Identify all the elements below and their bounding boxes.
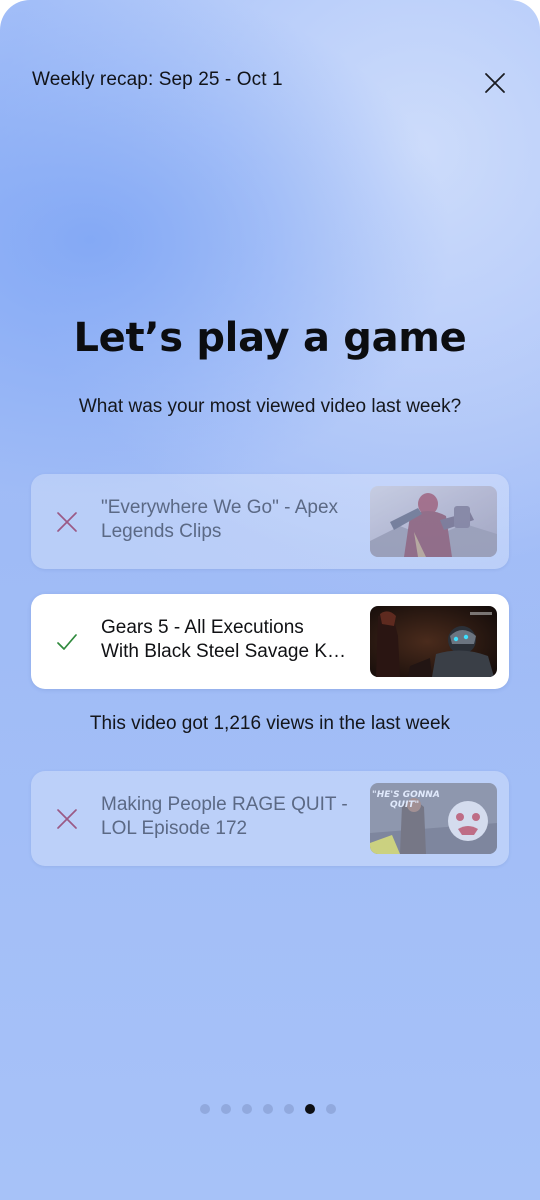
- page-dot[interactable]: [263, 1104, 273, 1114]
- thumbnail-caption: QUIT": [390, 800, 419, 810]
- close-icon: [485, 73, 505, 93]
- x-mark-icon: [57, 512, 77, 532]
- recap-header-title: Weekly recap: Sep 25 - Oct 1: [32, 69, 283, 90]
- answer-option-label: Making People RAGE QUIT - LOL Episode 17…: [101, 793, 361, 841]
- video-thumbnail: [370, 606, 497, 677]
- answer-option-label-line: "Everywhere We Go" - Apex: [101, 497, 339, 518]
- page-dot[interactable]: [221, 1104, 231, 1114]
- answer-option-label-line: With Black Steel Savage K…: [101, 641, 346, 662]
- answer-option-gears[interactable]: Gears 5 - All Executions With Black Stee…: [31, 594, 509, 689]
- page-indicator: [200, 1104, 336, 1114]
- thumbnail-caption: "HE'S GONNA: [372, 790, 440, 800]
- weekly-recap-screen: Weekly recap: Sep 25 - Oct 1 Let’s play …: [0, 0, 540, 1200]
- answer-option-label: "Everywhere We Go" - Apex Legends Clips: [101, 496, 361, 544]
- checkmark-icon: [57, 634, 77, 650]
- answer-option-apex[interactable]: "Everywhere We Go" - Apex Legends Clips: [31, 474, 509, 569]
- game-title: Let’s play a game: [73, 315, 467, 361]
- answer-option-label-line: Making People RAGE QUIT -: [101, 794, 348, 815]
- game-question: What was your most viewed video last wee…: [78, 396, 462, 417]
- x-mark-icon: [57, 809, 77, 829]
- page-dot-active[interactable]: [305, 1104, 315, 1114]
- answer-option-label-line: Gears 5 - All Executions: [101, 617, 304, 638]
- video-thumbnail: "HE'S GONNA QUIT": [370, 783, 497, 854]
- answer-option-label: Gears 5 - All Executions With Black Stee…: [101, 616, 361, 664]
- video-thumbnail: [370, 486, 497, 557]
- close-button[interactable]: [478, 66, 512, 100]
- page-dot[interactable]: [284, 1104, 294, 1114]
- views-result-note: This video got 1,216 views in the last w…: [89, 713, 451, 734]
- page-dot[interactable]: [326, 1104, 336, 1114]
- page-dot[interactable]: [200, 1104, 210, 1114]
- answer-option-label-line: LOL Episode 172: [101, 818, 248, 839]
- answer-option-label-line: Legends Clips: [101, 521, 222, 542]
- answer-option-rage-quit[interactable]: Making People RAGE QUIT - LOL Episode 17…: [31, 771, 509, 866]
- page-dot[interactable]: [242, 1104, 252, 1114]
